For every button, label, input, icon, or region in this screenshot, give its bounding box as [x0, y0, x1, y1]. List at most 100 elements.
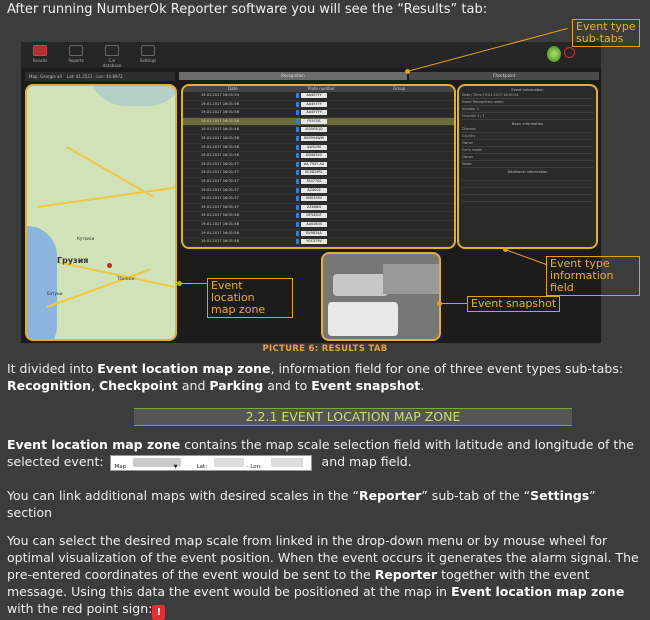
chevron-down-icon: ▼: [173, 463, 178, 470]
plate-number: BB9994WW: [301, 135, 327, 141]
row-marker-icon: [296, 144, 299, 150]
map-label: Грузия: [57, 256, 89, 265]
table-row: 19.01.2017 16:01:54 AA497YY: [183, 92, 454, 101]
map-label: Кутаиси: [77, 236, 95, 241]
table-row: 19.01.2017 16:01:56 IS0503QQ: [183, 126, 454, 135]
table-row: 19.01.2017 16:01:56 FS97OS: [183, 117, 454, 127]
event-pin-icon: [107, 263, 112, 268]
callout-line: [440, 303, 467, 304]
figure-caption: PICTURE 6: RESULTS TAB: [262, 344, 388, 354]
plate-number: AA497YY: [301, 110, 327, 116]
table-row: 19.01.2017 16:01:56 AA497YY: [183, 109, 454, 118]
nav-settings-button: Settings: [135, 45, 161, 63]
map-label: Батуми: [47, 291, 63, 296]
plate-number: AA497YY: [301, 93, 327, 98]
row-marker-icon: [296, 213, 299, 219]
table-row: 19.01.2017 16:01:58 DP5490F: [183, 212, 454, 221]
road: [66, 146, 155, 198]
row-marker-icon: [296, 239, 299, 245]
callout-snapshot: Event snapshot: [467, 296, 561, 312]
callout-dot: [503, 247, 508, 252]
row-marker-icon: [296, 204, 299, 210]
event-info-panel: Event information Date / Time 19.01.2017…: [457, 84, 598, 249]
row-marker-icon: [296, 230, 299, 236]
plate-number: AA 7937 AA: [301, 161, 327, 167]
nav-reports-button: Reports: [63, 45, 89, 63]
plate-number: YOC379V: [301, 239, 327, 245]
plate-number: KC0829RL: [301, 170, 327, 176]
paragraph-overview: It divided into Event location map zone,…: [7, 361, 624, 393]
alarm-point-icon: !: [152, 605, 166, 620]
plate-number: DD983VV: [301, 153, 327, 159]
row-marker-icon: [296, 101, 299, 107]
paragraph-link-maps: You can link additional maps with desire…: [7, 488, 596, 520]
fingerprint-icon: [547, 46, 561, 62]
plate-number: AA497YY: [301, 101, 327, 107]
road: [46, 268, 151, 308]
power-icon: [564, 47, 575, 58]
row-marker-icon: [296, 93, 299, 98]
callout-dot: [405, 69, 410, 74]
plate-number: IS0503QQ: [301, 127, 327, 133]
plate-number: AA0083II: [301, 221, 327, 227]
app-toolbar: Results Reports Car database Settings: [21, 42, 601, 68]
table-row: 19.01.2017 16:01:57 KC0829RL: [183, 169, 454, 178]
nav-results-button: Results: [27, 45, 53, 63]
intro-text: After running NumberOk Reporter software…: [7, 2, 488, 17]
table-row: 19.01.2017 16:01:57 ZZ66NN: [183, 204, 454, 213]
table-row: 19.01.2017 16:01:58 BV0834A: [183, 230, 454, 239]
event-location-map: Грузия Тбилиси Батуми Кутаиси: [25, 84, 177, 341]
plate-number: FS97OS: [301, 118, 327, 124]
callout-map-zone: Event location map zone: [207, 278, 293, 318]
map-scale-bar: Map: Georgia all Lat: 41.2521 - Lon: 44.…: [25, 72, 175, 81]
nav-car-database-button: Car database: [99, 45, 125, 68]
car-shape: [333, 274, 388, 296]
car-database-icon: [105, 45, 119, 56]
reports-icon: [69, 45, 83, 56]
map-scale-selector: Map ▼ Lat: - Lon:: [109, 454, 312, 471]
guardrail-shape: [383, 264, 439, 294]
table-row: 19.01.2017 16:01:57 FA077SS: [183, 178, 454, 187]
plate-number: FA077SS: [301, 178, 327, 184]
road: [56, 261, 175, 288]
row-marker-icon: [296, 161, 299, 167]
row-marker-icon: [296, 196, 299, 202]
events-table: Date Plate number Group 19.01.2017 16:01…: [181, 84, 456, 249]
callout-dot: [177, 281, 182, 286]
row-marker-icon: [296, 110, 299, 116]
callout-info-field: Event type information field: [546, 256, 640, 296]
row-marker-icon: [296, 187, 299, 193]
paragraph-alarm: You can select the desired map scale fro…: [7, 533, 639, 620]
sea-area: [27, 226, 57, 339]
row-marker-icon: [296, 170, 299, 176]
settings-icon: [141, 45, 155, 56]
row-marker-icon: [296, 221, 299, 227]
plate-number: ZZ66NN: [301, 204, 327, 210]
table-row: 19.01.2017 16:01:57 VM0395V: [183, 195, 454, 204]
table-row: 19.01.2017 16:01:56 QW5290: [183, 144, 454, 153]
row-marker-icon: [296, 153, 299, 159]
plate-number: VM0395V: [301, 196, 327, 202]
section-heading: 2.2.1 EVENT LOCATION MAP ZONE: [134, 408, 572, 426]
row-marker-icon: [296, 178, 299, 184]
table-row: 19.01.2017 16:01:58 YOC379V: [183, 238, 454, 247]
map-label: Тбилиси: [117, 276, 135, 281]
row-marker-icon: [296, 127, 299, 133]
row-marker-icon: [296, 135, 299, 141]
results-icon: [33, 45, 47, 56]
table-row: 19.01.2017 16:01:56 AA497YY: [183, 101, 454, 110]
callout-dot: [437, 301, 442, 306]
event-snapshot-image: [321, 252, 441, 341]
road: [36, 186, 175, 208]
plate-number: BV0834A: [301, 230, 327, 236]
callout-line: [180, 283, 207, 284]
table-row: 19.01.2017 16:01:56 BB9994WW: [183, 135, 454, 144]
car-shape: [328, 302, 398, 336]
table-row: 19.01.2017 16:01:58 AA0083II: [183, 221, 454, 230]
tab-recognition: Recognition: [179, 72, 407, 80]
paragraph-map-zone: Event location map zone contains the map…: [7, 436, 643, 471]
table-row: 19.01.2017 16:01:57 AZ4002: [183, 187, 454, 196]
event-type-tabs: Recognition Checkpoint: [179, 72, 599, 80]
plate-number: AZ4002: [301, 187, 327, 193]
plate-number: QW5290: [301, 144, 327, 150]
